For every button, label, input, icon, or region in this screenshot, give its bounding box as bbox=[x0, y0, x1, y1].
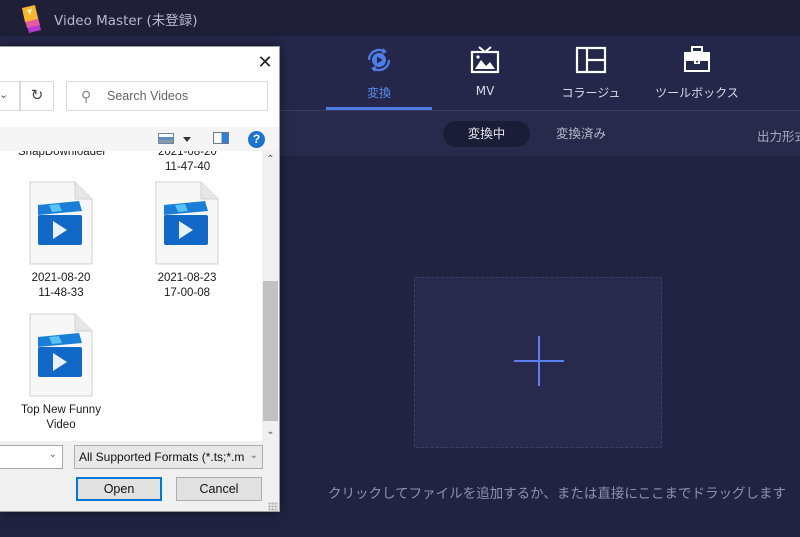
filter-converting[interactable]: 変換中 bbox=[443, 121, 530, 147]
search-icon: ⚲ bbox=[81, 88, 92, 104]
add-file-dropzone[interactable] bbox=[414, 277, 662, 448]
tab-toolbox[interactable]: ツールボックス bbox=[644, 44, 750, 106]
drop-hint-text: クリックしてファイルを追加するか、または直接にここまでドラッグします bbox=[328, 486, 787, 502]
chevron-down-icon: ⌄ bbox=[249, 450, 258, 461]
video-file-icon bbox=[29, 313, 93, 397]
resize-grip[interactable] bbox=[268, 502, 278, 512]
open-button[interactable]: Open bbox=[76, 477, 162, 501]
tab-convert[interactable]: 変換 bbox=[326, 44, 432, 106]
app-title: Video Master (未登録) bbox=[54, 13, 198, 29]
convert-icon bbox=[367, 48, 391, 72]
file-list: SnapDownloader 2021-08-20 11-47-40 2021-… bbox=[0, 151, 262, 441]
refresh-icon: ↻ bbox=[30, 87, 44, 104]
file-name-line2: 17-00-08 bbox=[163, 287, 211, 299]
file-open-dialog: ✕ ⌄ ↻ ⚲ Search Videos ? SnapDownloader 2… bbox=[0, 46, 280, 512]
dialog-header: ✕ ⌄ ↻ ⚲ Search Videos bbox=[0, 47, 279, 127]
file-name: Top New Funny bbox=[21, 404, 101, 416]
video-file-icon bbox=[155, 181, 219, 265]
filter-converted[interactable]: 変換済み bbox=[540, 121, 622, 147]
collage-icon bbox=[575, 46, 607, 74]
scroll-up-icon[interactable]: ⌃ bbox=[262, 151, 279, 168]
tab-collage[interactable]: コラージュ bbox=[538, 44, 644, 106]
refresh-button[interactable]: ↻ bbox=[20, 81, 54, 111]
file-type-select[interactable]: All Supported Formats (*.ts;*.m ⌄ bbox=[74, 445, 263, 469]
chevron-down-icon: ⌄ bbox=[0, 89, 9, 101]
tab-toolbox-label: ツールボックス bbox=[655, 86, 739, 100]
list-item-name[interactable]: 2021-08-20 bbox=[158, 151, 217, 160]
scrollbar-thumb[interactable] bbox=[263, 281, 278, 421]
tv-image-icon bbox=[470, 46, 500, 74]
tab-mv[interactable]: MV bbox=[432, 44, 538, 106]
tab-convert-label: 変換 bbox=[366, 86, 391, 100]
chevron-down-icon: ⌄ bbox=[48, 449, 57, 460]
dialog-toolbar: ? bbox=[0, 127, 279, 151]
file-type-selected: All Supported Formats (*.ts;*.m bbox=[79, 450, 245, 464]
help-icon[interactable]: ? bbox=[248, 131, 265, 148]
file-name-line2: Video bbox=[46, 419, 76, 431]
close-icon[interactable]: ✕ bbox=[256, 53, 274, 71]
tab-mv-label: MV bbox=[475, 84, 495, 98]
file-name: 2021-08-20 bbox=[31, 272, 91, 284]
list-item[interactable]: 2021-08-23 17-00-08 bbox=[132, 181, 242, 301]
file-list-scrollbar[interactable]: ⌃ ⌄ bbox=[262, 151, 279, 441]
tab-collage-label: コラージュ bbox=[561, 86, 621, 100]
toolbox-icon bbox=[684, 46, 710, 72]
view-options-dropdown[interactable] bbox=[183, 137, 191, 142]
address-history-dropdown[interactable]: ⌄ bbox=[0, 81, 20, 111]
file-name: 2021-08-23 bbox=[157, 272, 217, 284]
scroll-down-icon[interactable]: ⌄ bbox=[262, 423, 279, 440]
video-file-icon bbox=[29, 181, 93, 265]
search-placeholder: Search Videos bbox=[107, 89, 189, 103]
title-bar: Video Master (未登録) bbox=[0, 0, 800, 36]
change-view-icon[interactable] bbox=[158, 133, 174, 144]
output-format-label[interactable]: 出力形式 bbox=[757, 126, 800, 145]
plus-icon-vertical bbox=[538, 336, 540, 386]
preview-pane-icon[interactable] bbox=[213, 132, 229, 144]
file-name-input[interactable]: ⌄ bbox=[0, 445, 63, 469]
file-name-line2: 11-48-33 bbox=[38, 287, 84, 299]
cancel-button[interactable]: Cancel bbox=[176, 477, 262, 501]
search-input[interactable]: ⚲ Search Videos bbox=[66, 81, 268, 111]
list-item[interactable]: Top New Funny Video bbox=[6, 313, 116, 433]
list-item[interactable]: 2021-08-20 11-48-33 bbox=[6, 181, 116, 301]
list-item-name[interactable]: 11-47-40 bbox=[165, 160, 210, 175]
list-item-name[interactable]: SnapDownloader bbox=[18, 151, 106, 160]
app-logo-icon bbox=[22, 5, 41, 33]
